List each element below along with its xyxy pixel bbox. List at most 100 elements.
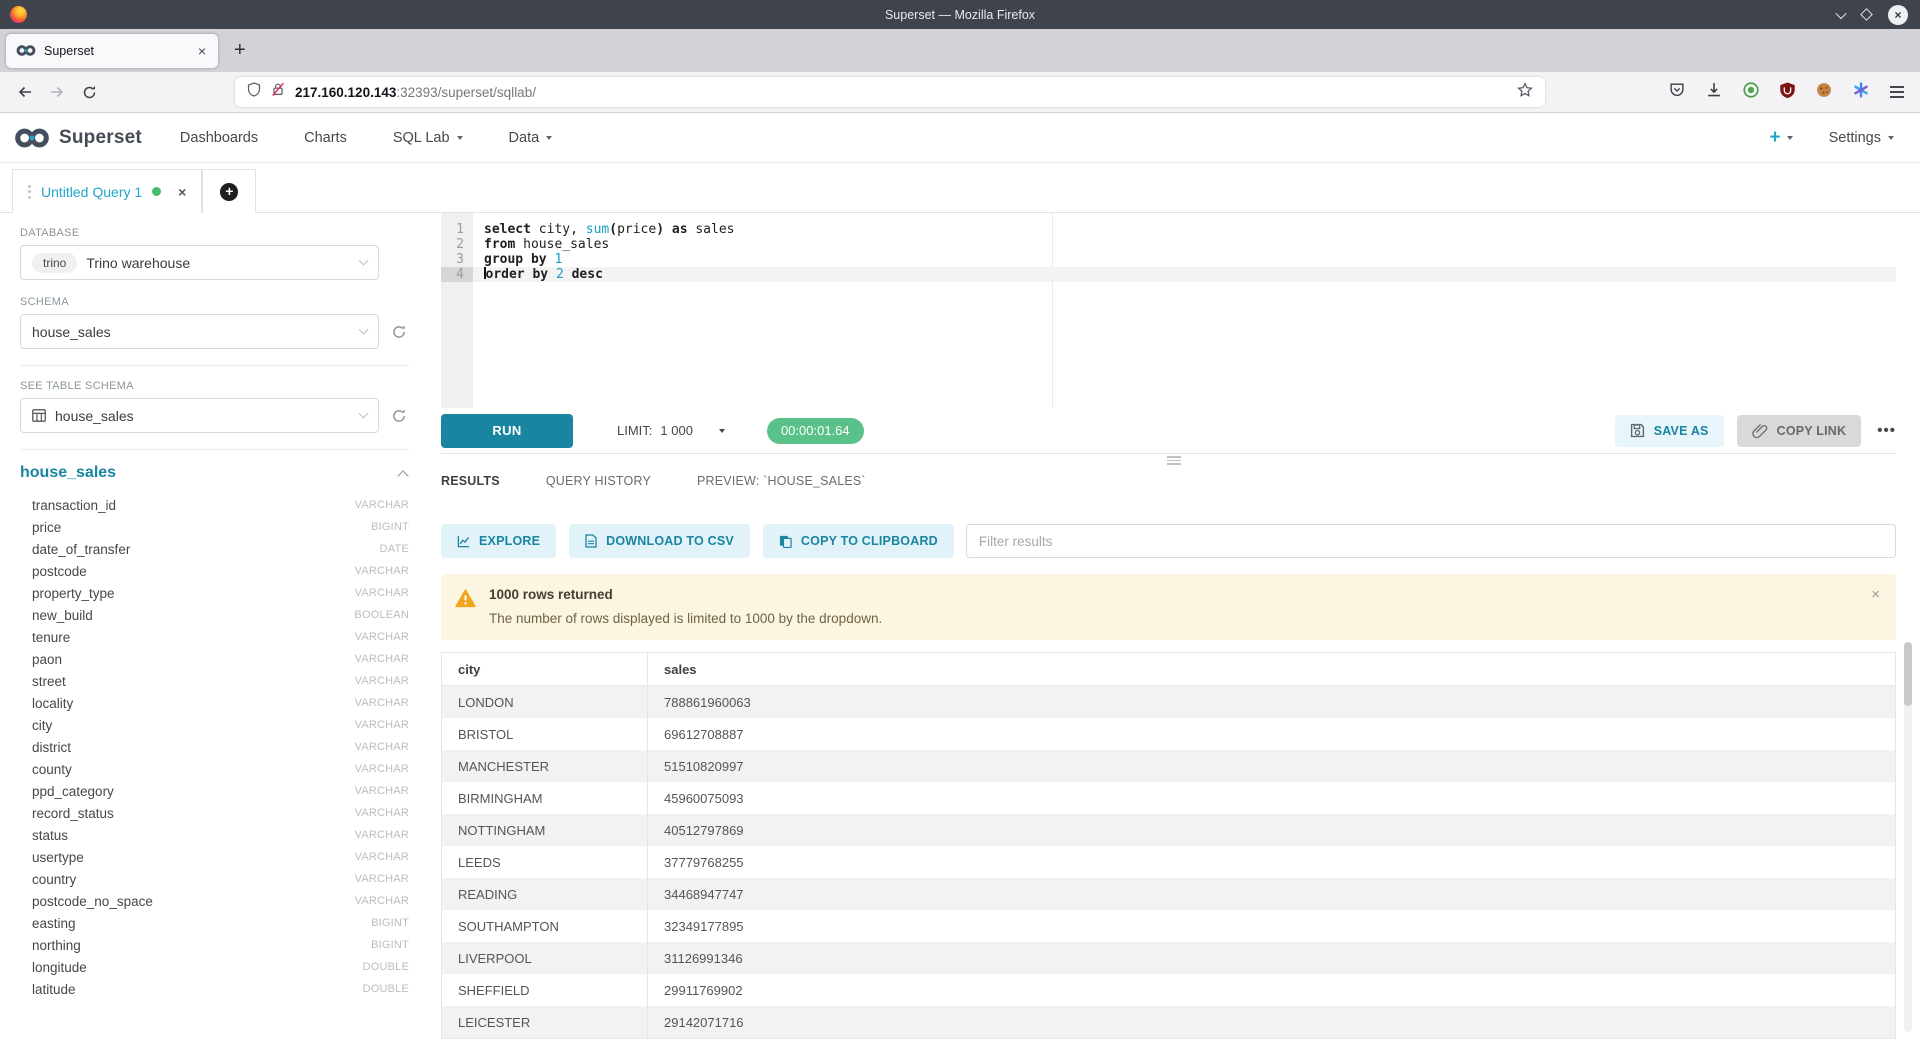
- extension-asterisk-icon[interactable]: [1853, 82, 1869, 103]
- schema-column-row[interactable]: priceBIGINT: [20, 516, 409, 538]
- table-row[interactable]: BIRMINGHAM45960075093: [442, 782, 1895, 814]
- nav-item-label: Charts: [304, 130, 347, 146]
- back-icon[interactable]: [16, 85, 34, 99]
- privacy-extension-icon[interactable]: [1743, 82, 1759, 103]
- schema-select[interactable]: house_sales: [20, 314, 379, 349]
- schema-column-row[interactable]: statusVARCHAR: [20, 824, 409, 846]
- schema-column-row[interactable]: localityVARCHAR: [20, 692, 409, 714]
- query-tab[interactable]: Untitled Query 1 ×: [12, 169, 202, 213]
- pocket-icon[interactable]: [1669, 82, 1685, 103]
- schema-column-row[interactable]: record_statusVARCHAR: [20, 802, 409, 824]
- more-options-button[interactable]: •••: [1877, 422, 1896, 439]
- schema-column-row[interactable]: postcode_no_spaceVARCHAR: [20, 890, 409, 912]
- schema-column-row[interactable]: transaction_idVARCHAR: [20, 494, 409, 516]
- schema-column-row[interactable]: usertypeVARCHAR: [20, 846, 409, 868]
- column-type: DATE: [380, 543, 409, 555]
- table-select[interactable]: house_sales: [20, 398, 379, 433]
- nav-item-sql-lab[interactable]: SQL Lab: [393, 130, 463, 146]
- query-tab-close-icon[interactable]: ×: [178, 184, 186, 200]
- close-icon[interactable]: ×: [1888, 5, 1908, 25]
- reload-icon[interactable]: [80, 85, 98, 100]
- table-row[interactable]: READING34468947747: [442, 878, 1895, 910]
- add-query-tab-button[interactable]: +: [202, 169, 256, 213]
- browser-tab-title: Superset: [44, 44, 196, 58]
- schema-column-row[interactable]: countyVARCHAR: [20, 758, 409, 780]
- superset-logo[interactable]: Superset: [14, 126, 142, 150]
- schema-column-row[interactable]: tenureVARCHAR: [20, 626, 409, 648]
- download-icon[interactable]: [1706, 82, 1722, 103]
- download-to-csv-button[interactable]: DOWNLOAD TO CSV: [569, 524, 750, 558]
- refresh-table-icon[interactable]: [391, 408, 409, 424]
- table-row[interactable]: BRISTOL69612708887: [442, 718, 1895, 750]
- run-button[interactable]: RUN: [441, 414, 573, 448]
- settings-menu[interactable]: Settings: [1829, 130, 1894, 146]
- schema-column-row[interactable]: paonVARCHAR: [20, 648, 409, 670]
- shield-icon[interactable]: [247, 82, 261, 102]
- cell-sales: 29911769902: [647, 974, 1895, 1006]
- menu-icon[interactable]: [1890, 86, 1904, 97]
- explore-button[interactable]: EXPLORE: [441, 524, 556, 558]
- schema-column-row[interactable]: property_typeVARCHAR: [20, 582, 409, 604]
- alert-close-icon[interactable]: ×: [1871, 587, 1880, 626]
- results-scrollbar-thumb[interactable]: [1904, 642, 1912, 706]
- limit-dropdown[interactable]: LIMIT: 1 000: [617, 423, 725, 438]
- new-tab-button[interactable]: +: [234, 39, 246, 62]
- schema-column-row[interactable]: postcodeVARCHAR: [20, 560, 409, 582]
- tab-close-icon[interactable]: ×: [196, 43, 208, 59]
- save-as-button[interactable]: SAVE AS: [1615, 415, 1724, 447]
- nav-item-charts[interactable]: Charts: [304, 130, 347, 146]
- minimize-icon[interactable]: [1835, 7, 1846, 18]
- editor-line[interactable]: 3group by 1: [441, 252, 1896, 267]
- pane-resize-handle[interactable]: [1167, 456, 1181, 465]
- browser-tab[interactable]: Superset ×: [6, 34, 218, 68]
- column-header-city[interactable]: city: [442, 653, 647, 685]
- add-new-button[interactable]: +: [1769, 128, 1792, 147]
- schema-column-row[interactable]: eastingBIGINT: [20, 912, 409, 934]
- table-row[interactable]: NOTTINGHAM40512797869: [442, 814, 1895, 846]
- editor-line[interactable]: 2from house_sales: [441, 237, 1896, 252]
- nav-item-dashboards[interactable]: Dashboards: [180, 130, 258, 146]
- table-row[interactable]: LEEDS37779768255: [442, 846, 1895, 878]
- schema-column-row[interactable]: cityVARCHAR: [20, 714, 409, 736]
- ublock-icon[interactable]: [1780, 82, 1795, 103]
- refresh-schema-icon[interactable]: [391, 324, 409, 340]
- insecure-lock-icon[interactable]: [271, 82, 285, 102]
- database-select[interactable]: trino Trino warehouse: [20, 245, 379, 280]
- bookmark-star-icon[interactable]: [1517, 82, 1533, 103]
- table-row[interactable]: MANCHESTER51510820997: [442, 750, 1895, 782]
- schema-column-row[interactable]: countryVARCHAR: [20, 868, 409, 890]
- copy-link-button[interactable]: COPY LINK: [1737, 415, 1862, 447]
- table-select-row: house_sales: [20, 398, 409, 433]
- schema-column-row[interactable]: latitudeDOUBLE: [20, 978, 409, 1000]
- schema-column-row[interactable]: date_of_transferDATE: [20, 538, 409, 560]
- filter-results-input[interactable]: [966, 524, 1896, 558]
- schema-column-row[interactable]: longitudeDOUBLE: [20, 956, 409, 978]
- results-tab-query-history[interactable]: QUERY HISTORY: [546, 474, 651, 488]
- table-row[interactable]: SOUTHAMPTON32349177895: [442, 910, 1895, 942]
- results-tab-preview-house-sales[interactable]: PREVIEW: `HOUSE_SALES`: [697, 474, 866, 488]
- maximize-icon[interactable]: [1860, 8, 1873, 21]
- schema-column-row[interactable]: districtVARCHAR: [20, 736, 409, 758]
- sql-editor[interactable]: 1select city, sum(price) as sales2from h…: [441, 213, 1896, 408]
- cookie-icon[interactable]: [1816, 82, 1832, 103]
- action-button-label: EXPLORE: [479, 534, 540, 548]
- column-header-sales[interactable]: sales: [647, 653, 1895, 685]
- table-row[interactable]: LEICESTER29142071716: [442, 1006, 1895, 1038]
- schema-column-row[interactable]: new_buildBOOLEAN: [20, 604, 409, 626]
- results-scrollbar[interactable]: [1904, 642, 1912, 1032]
- table-row[interactable]: SHEFFIELD29911769902: [442, 974, 1895, 1006]
- url-bar[interactable]: 217.160.120.143:32393/superset/sqllab/: [235, 77, 1545, 107]
- schema-column-row[interactable]: streetVARCHAR: [20, 670, 409, 692]
- schema-column-row[interactable]: ppd_categoryVARCHAR: [20, 780, 409, 802]
- editor-line[interactable]: 4order by 2 desc: [441, 267, 1896, 282]
- collapse-icon[interactable]: [397, 470, 408, 481]
- table-row[interactable]: LIVERPOOL31126991346: [442, 942, 1895, 974]
- copy-to-clipboard-button[interactable]: COPY TO CLIPBOARD: [763, 524, 954, 558]
- results-tab-results[interactable]: RESULTS: [441, 474, 500, 488]
- cell-sales: 29142071716: [647, 1006, 1895, 1038]
- editor-line[interactable]: 1select city, sum(price) as sales: [441, 222, 1896, 237]
- table-row[interactable]: LONDON788861960063: [442, 686, 1895, 718]
- schema-column-row[interactable]: northingBIGINT: [20, 934, 409, 956]
- forward-icon[interactable]: [48, 85, 66, 99]
- nav-item-data[interactable]: Data: [509, 130, 553, 146]
